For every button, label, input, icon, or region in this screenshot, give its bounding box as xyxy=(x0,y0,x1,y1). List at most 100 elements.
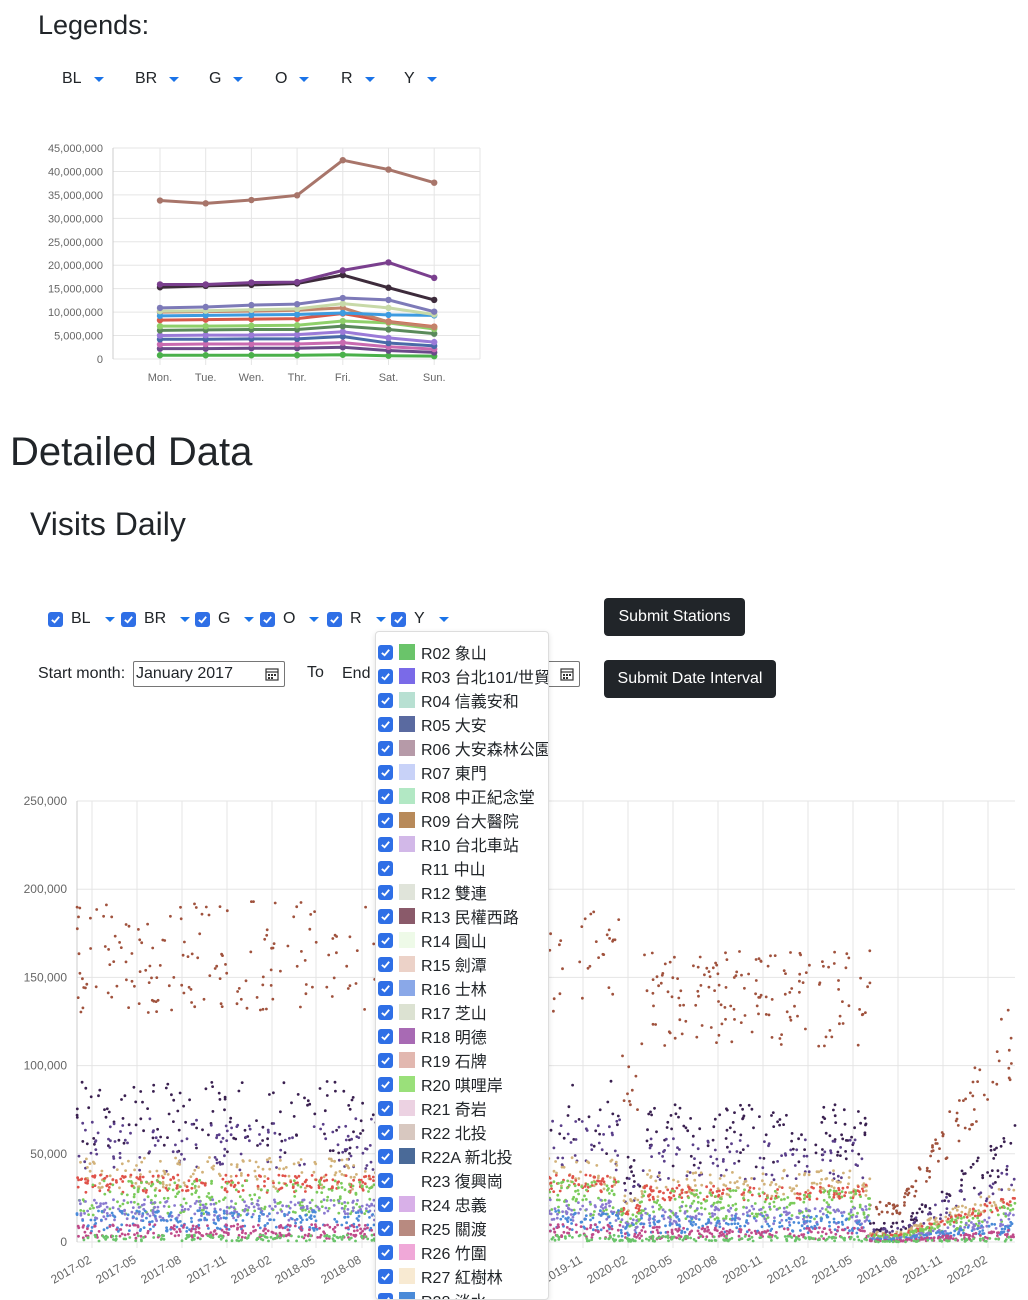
scatter-point xyxy=(108,1111,111,1114)
chevron-down-icon[interactable] xyxy=(233,77,243,82)
scatter-point xyxy=(671,1232,674,1235)
checkbox[interactable] xyxy=(327,612,342,627)
checkbox[interactable] xyxy=(48,612,63,627)
scatter-point xyxy=(817,1045,820,1048)
scatter-point xyxy=(241,1229,244,1232)
scatter-point xyxy=(915,1190,918,1193)
chevron-down-icon[interactable] xyxy=(427,77,437,82)
checkbox[interactable] xyxy=(195,612,210,627)
calendar-icon[interactable] xyxy=(560,667,574,681)
scatter-point xyxy=(770,1181,773,1184)
y-tick-label: 35,000,000 xyxy=(48,190,103,202)
scatter-point xyxy=(266,1158,269,1161)
calendar-icon[interactable] xyxy=(265,667,279,681)
scatter-point xyxy=(566,1232,569,1235)
scatter-point xyxy=(670,1210,673,1213)
scatter-point xyxy=(846,1226,849,1229)
scatter-point xyxy=(258,1215,261,1218)
line-selector-g[interactable]: G xyxy=(209,70,243,88)
scatter-point xyxy=(278,1133,281,1136)
scatter-point xyxy=(943,1223,946,1226)
scatter-point xyxy=(80,1011,83,1014)
line-checkbox-o[interactable]: O xyxy=(260,610,319,628)
scatter-point xyxy=(214,1222,217,1225)
scatter-point xyxy=(717,1000,720,1003)
scatter-point xyxy=(359,1132,362,1135)
scatter-point xyxy=(928,1170,931,1173)
checkbox[interactable] xyxy=(121,612,136,627)
line-checkbox-g[interactable]: G xyxy=(195,610,254,628)
scatter-point xyxy=(130,1174,133,1177)
line-selector-o[interactable]: O xyxy=(275,70,309,88)
scatter-point xyxy=(632,1218,635,1221)
scatter-point xyxy=(593,1210,596,1213)
scatter-point xyxy=(830,1231,833,1234)
line-selector-y[interactable]: Y xyxy=(404,70,437,88)
scatter-point xyxy=(257,1166,260,1169)
line-checkbox-y[interactable]: Y xyxy=(391,610,449,628)
chevron-down-icon[interactable] xyxy=(105,617,115,622)
scatter-point xyxy=(778,1185,781,1188)
line-checkbox-bl[interactable]: BL xyxy=(48,610,115,628)
chevron-down-icon[interactable] xyxy=(439,617,449,622)
checkbox[interactable] xyxy=(391,612,406,627)
submit-stations-button[interactable]: Submit Stations xyxy=(604,598,745,636)
scatter-point xyxy=(885,1230,888,1233)
scatter-point xyxy=(138,1206,141,1209)
scatter-point xyxy=(745,1180,748,1183)
scatter-point xyxy=(952,1208,955,1211)
scatter-point xyxy=(554,1210,557,1213)
submit-date-interval-button[interactable]: Submit Date Interval xyxy=(604,660,776,698)
scatter-point xyxy=(780,1219,783,1222)
scatter-point xyxy=(98,1230,101,1233)
scatter-point xyxy=(693,1164,696,1167)
scatter-point xyxy=(347,1208,350,1211)
scatter-point xyxy=(975,1232,978,1235)
x-tick-label: Mon. xyxy=(148,372,172,384)
checkbox[interactable] xyxy=(260,612,275,627)
start-month-input[interactable]: January 2017 xyxy=(133,661,285,687)
line-selector-r[interactable]: R xyxy=(341,70,375,88)
scatter-point xyxy=(219,977,222,980)
scatter-point xyxy=(986,1205,989,1208)
chevron-down-icon[interactable] xyxy=(376,617,386,622)
scatter-point xyxy=(581,1205,584,1208)
scatter-point xyxy=(861,1176,864,1179)
scatter-point xyxy=(318,1180,321,1183)
scatter-point xyxy=(797,1221,800,1224)
scatter-point xyxy=(712,1139,715,1142)
line-selector-bl[interactable]: BL xyxy=(62,70,104,88)
start-month-label: Start month: xyxy=(38,665,125,683)
chevron-down-icon[interactable] xyxy=(309,617,319,622)
scatter-point xyxy=(292,1183,295,1186)
scatter-point xyxy=(825,1233,828,1236)
scatter-point xyxy=(813,1218,816,1221)
scatter-point xyxy=(247,1174,250,1177)
scatter-point xyxy=(658,1220,661,1223)
scatter-point xyxy=(668,1030,671,1033)
scatter-point xyxy=(1006,1165,1009,1168)
chevron-down-icon[interactable] xyxy=(365,77,375,82)
line-checkbox-r[interactable]: R xyxy=(327,610,386,628)
chevron-down-icon[interactable] xyxy=(169,77,179,82)
scatter-point xyxy=(805,1227,808,1230)
scatter-point xyxy=(691,1202,694,1205)
scatter-point xyxy=(174,1195,177,1198)
scatter-point xyxy=(584,1185,587,1188)
scatter-point xyxy=(783,1211,786,1214)
data-point xyxy=(431,308,437,314)
scatter-point xyxy=(892,1203,895,1206)
line-selector-label: O xyxy=(275,70,287,88)
line-selector-br[interactable]: BR xyxy=(135,70,179,88)
line-checkbox-br[interactable]: BR xyxy=(121,610,190,628)
chevron-down-icon[interactable] xyxy=(244,617,254,622)
chevron-down-icon[interactable] xyxy=(299,77,309,82)
chevron-down-icon[interactable] xyxy=(180,617,190,622)
scatter-point xyxy=(635,1075,638,1078)
scatter-point xyxy=(110,996,113,999)
scatter-point xyxy=(362,1129,365,1132)
scatter-point xyxy=(154,1194,157,1197)
scatter-point xyxy=(745,1206,748,1209)
scatter-point xyxy=(329,1149,332,1152)
chevron-down-icon[interactable] xyxy=(94,77,104,82)
